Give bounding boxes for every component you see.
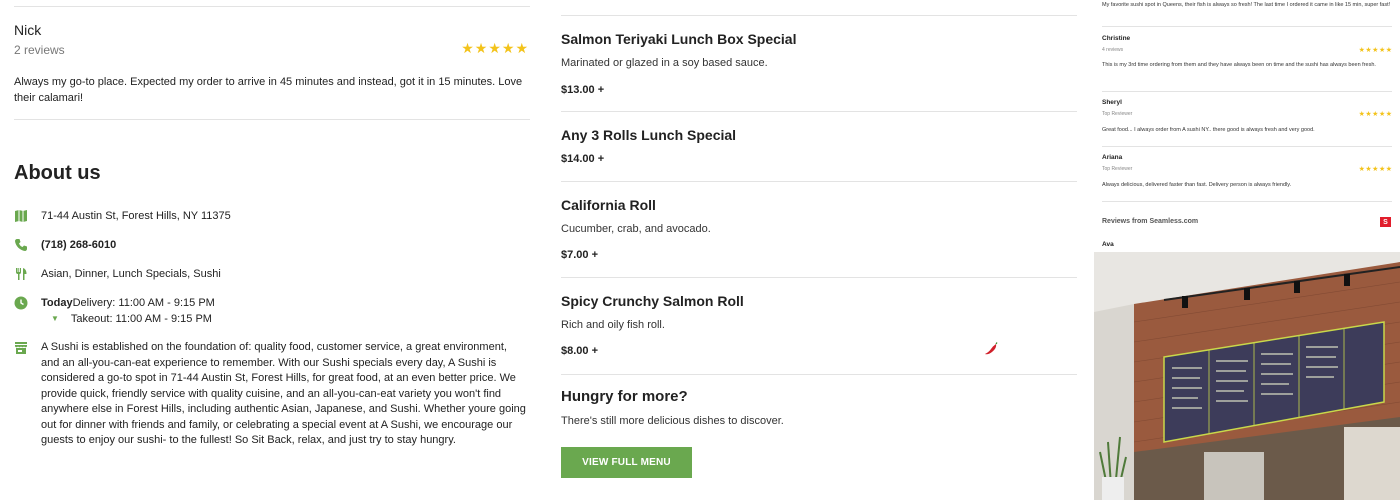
about-title: About us: [14, 162, 101, 184]
star-icon: ★: [1378, 166, 1386, 173]
address-text: 71-44 Austin St, Forest Hills, NY 11375: [41, 210, 231, 222]
chili-icon: [985, 342, 998, 355]
star-icon: ★: [1385, 111, 1392, 118]
menu-item-title[interactable]: Any 3 Rolls Lunch Special: [561, 127, 736, 143]
description-row: A Sushi is established on the foundation…: [14, 340, 527, 449]
side-reviewer-name: Christine: [1102, 35, 1131, 42]
clock-icon: [14, 296, 28, 310]
star-icon: ★: [488, 40, 501, 56]
side-review-text: This is my 3rd time ordering from them a…: [1102, 62, 1376, 68]
seamless-reviews-title: Reviews from Seamless.com: [1102, 218, 1199, 225]
menu-item-price: $7.00 +: [561, 249, 599, 261]
store-icon: [15, 342, 27, 354]
divider: [561, 181, 1077, 182]
divider: [561, 277, 1077, 278]
star-icon: ★: [1358, 47, 1365, 54]
categories-row: Asian, Dinner, Lunch Specials, Sushi: [14, 266, 221, 282]
restaurant-photo-drawing: [1094, 252, 1400, 500]
star-icon: ★: [1378, 111, 1386, 118]
about-description: A Sushi is established on the foundation…: [41, 341, 526, 446]
divider: [1102, 201, 1392, 202]
rating-stars: ★ ★ ★ ★ ★: [1359, 166, 1392, 173]
star-icon: ★: [1372, 111, 1379, 118]
chevron-down-icon[interactable]: ▼: [51, 311, 59, 327]
side-reviews-column: My favorite sushi spot in Queens, their …: [1094, 0, 1400, 500]
star-icon: ★: [1385, 47, 1392, 54]
side-reviewer-sub: Top Reviewer: [1102, 111, 1133, 117]
star-icon: ★: [1385, 166, 1392, 173]
star-icon: ★: [1372, 166, 1379, 173]
star-icon: ★: [461, 40, 474, 56]
utensils-icon: [16, 268, 27, 280]
side-review: Sheryl Top Reviewer ★ ★ ★ ★ ★ Great food... …: [1102, 99, 1392, 141]
star-icon: ★: [515, 40, 528, 56]
side-review-text: Always delicious, delivered faster than …: [1102, 182, 1292, 188]
side-reviewer-name: Sheryl: [1102, 99, 1122, 106]
rating-stars: ★ ★ ★ ★ ★: [461, 41, 528, 55]
divider: [14, 6, 530, 7]
side-reviewer-name: Ariana: [1102, 154, 1123, 161]
seamless-logo: S: [1380, 217, 1391, 227]
rating-stars: ★ ★ ★ ★ ★: [1359, 111, 1392, 118]
menu-item-title[interactable]: Salmon Teriyaki Lunch Box Special: [561, 31, 796, 47]
menu-item-title[interactable]: Spicy Crunchy Salmon Roll: [561, 293, 744, 309]
divider: [561, 15, 1077, 16]
reviewer-review-count: 2 reviews: [14, 43, 65, 57]
divider: [1102, 91, 1392, 92]
hours-delivery: Delivery: 11:00 AM - 9:15 PM: [72, 297, 215, 309]
phone-icon: [15, 239, 27, 251]
address-row: 71-44 Austin St, Forest Hills, NY 11375: [14, 208, 231, 224]
star-icon: ★: [1358, 111, 1365, 118]
side-reviewer-sub: 4 reviews: [1102, 47, 1124, 53]
star-icon: ★: [1365, 166, 1372, 173]
menu-item-price: $8.00 +: [561, 345, 599, 357]
divider: [561, 111, 1077, 112]
more-subtitle: There's still more delicious dishes to d…: [561, 415, 784, 427]
categories-text: Asian, Dinner, Lunch Specials, Sushi: [41, 268, 221, 280]
hours-takeout: Takeout: 11:00 AM - 9:15 PM: [70, 313, 212, 325]
divider: [14, 119, 530, 120]
phone-row: (718) 268-6010: [14, 237, 116, 253]
menu-item-title[interactable]: California Roll: [561, 197, 656, 213]
divider: [1102, 26, 1392, 27]
restaurant-interior-photo: [1094, 252, 1400, 500]
star-icon: ★: [1372, 47, 1379, 54]
star-icon: ★: [474, 40, 488, 56]
phone-link[interactable]: (718) 268-6010: [41, 237, 116, 253]
more-title: Hungry for more?: [561, 388, 688, 405]
reviewer-name: Nick: [14, 22, 42, 38]
menu-item-desc: Cucumber, crab, and avocado.: [561, 223, 711, 235]
star-icon: ★: [1365, 111, 1372, 118]
star-icon: ★: [1358, 166, 1365, 173]
hours-block[interactable]: Today Delivery: 11:00 AM - 9:15 PM ▼ Tak…: [41, 295, 215, 327]
map-icon: [15, 210, 27, 222]
hours-row: Today Delivery: 11:00 AM - 9:15 PM ▼ Tak…: [14, 295, 215, 327]
rating-stars: ★ ★ ★ ★ ★: [1359, 47, 1392, 54]
star-icon: ★: [1378, 47, 1386, 54]
menu-item-price: $14.00 +: [561, 153, 605, 165]
menu-item-price: $13.00 +: [561, 84, 605, 96]
side-review: Christine 4 reviews ★ ★ ★ ★ ★ This is my 3rd…: [1102, 35, 1392, 85]
menu-item-desc: Rich and oily fish roll.: [561, 319, 665, 331]
side-reviewer-sub: Top Reviewer: [1102, 166, 1133, 172]
star-icon: ★: [501, 40, 515, 56]
side-review: Ariana Top Reviewer ★ ★ ★ ★ ★ Always delicio…: [1102, 154, 1392, 196]
side-review-text: Great food... I always order from A sush…: [1102, 127, 1315, 133]
view-full-menu-button[interactable]: VIEW FULL MENU: [561, 447, 692, 478]
review-text: Always my go-to place. Expected my order…: [14, 76, 523, 104]
star-icon: ★: [1365, 47, 1372, 54]
hours-today-label: Today: [41, 297, 73, 309]
menu-item-desc: Marinated or glazed in a soy based sauce…: [561, 57, 768, 69]
divider: [1102, 146, 1392, 147]
side-reviewer-name: Ava: [1102, 241, 1114, 248]
side-review-text: My favorite sushi spot in Queens, their …: [1102, 2, 1391, 8]
divider: [561, 374, 1077, 375]
